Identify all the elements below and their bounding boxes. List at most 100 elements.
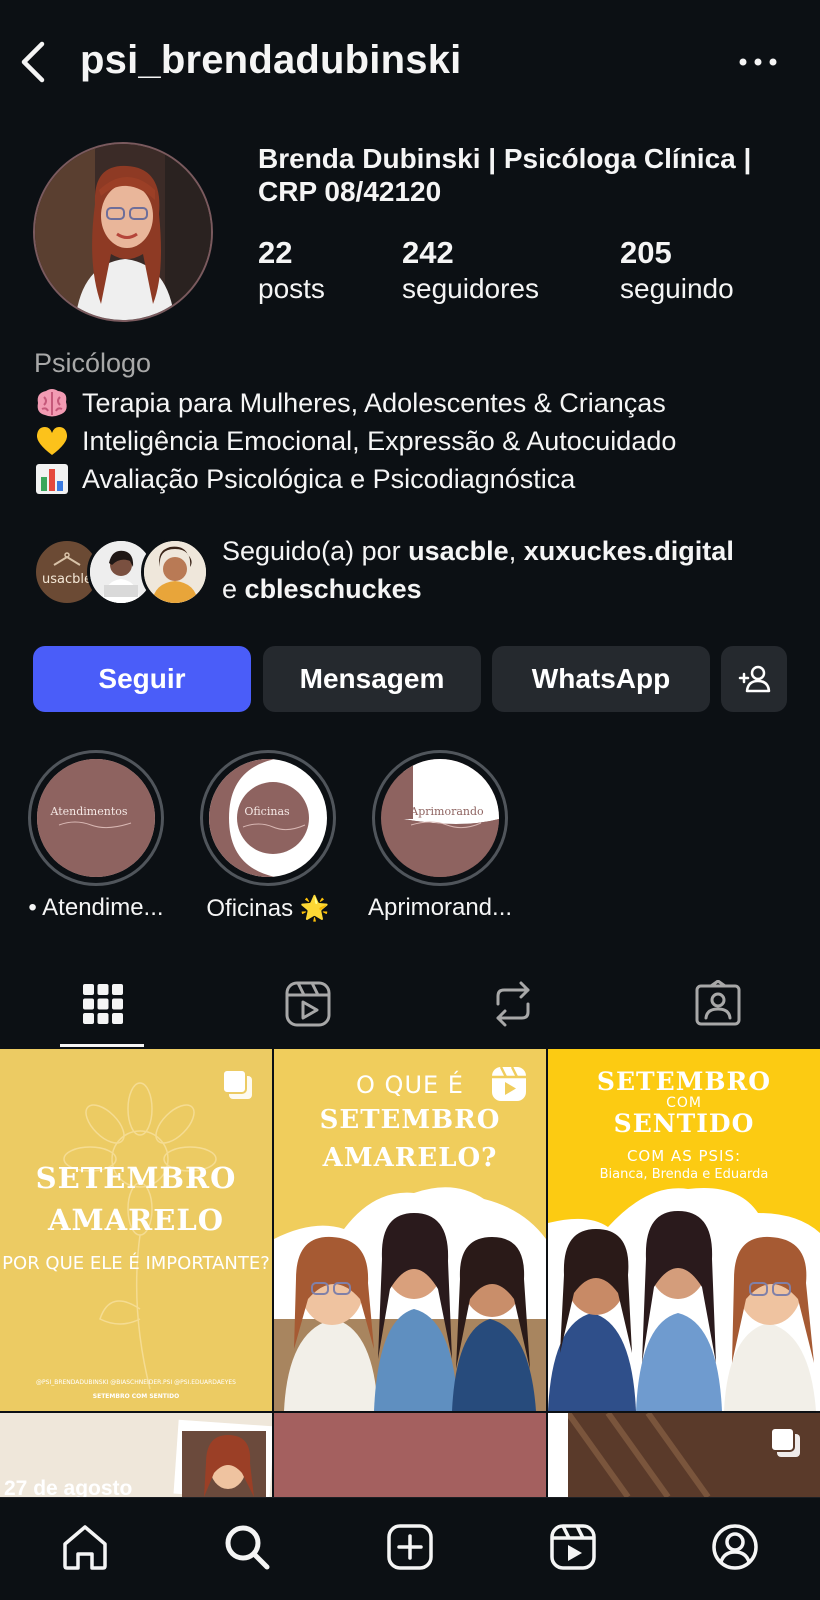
reels-badge-icon <box>492 1066 526 1101</box>
highlight-ring: Atendimentos <box>28 750 164 886</box>
yellow-heart-emoji-icon <box>34 425 82 457</box>
post-thumbnail[interactable] <box>274 1413 546 1497</box>
post-27-de-agosto[interactable]: 27 de agosto <box>0 1413 272 1497</box>
bio-line: Inteligência Emocional, Expressão & Auto… <box>34 422 814 460</box>
followers-stat[interactable]: 242 seguidores <box>402 235 539 307</box>
profile-bio: Terapia para Mulheres, Adolescentes & Cr… <box>34 384 814 498</box>
chevron-left-icon <box>21 41 45 83</box>
repost-icon <box>496 981 529 1027</box>
highlight-cover: Oficinas <box>209 759 327 877</box>
post-subtitle: COM AS PSIS: <box>626 1147 742 1165</box>
back-button[interactable] <box>14 38 54 86</box>
message-button[interactable]: Mensagem <box>263 646 481 712</box>
search-icon <box>225 1525 270 1570</box>
home-icon <box>63 1525 107 1570</box>
posts-stat[interactable]: 22 posts <box>258 235 325 307</box>
highlight-label: Aprimorand... <box>367 894 513 921</box>
bio-line: Avaliação Psicológica e Psicodiagnóstica <box>34 460 814 498</box>
tab-reposts[interactable] <box>410 960 615 1048</box>
post-o-que-e-setembro-amarelo[interactable]: O QUE É SETEMBRO AMARELO? <box>274 1049 546 1411</box>
profile-tabs <box>0 960 820 1048</box>
suggested-users-button[interactable] <box>721 646 787 712</box>
posts-label: posts <box>258 273 325 304</box>
bottom-navigation <box>0 1497 820 1600</box>
mutual-follower-link[interactable]: usacble <box>408 536 509 566</box>
profile-avatar[interactable] <box>33 142 213 322</box>
grid-icon <box>82 984 123 1024</box>
post-setembro-com-sentido[interactable]: SETEMBRO COM SENTIDO COM AS PSIS: Bianca… <box>548 1049 820 1411</box>
whatsapp-button[interactable]: WhatsApp <box>492 646 710 712</box>
followers-label: seguidores <box>402 273 539 304</box>
highlight-atendimentos[interactable]: Atendimentos • Atendime... <box>28 750 164 921</box>
bio-text: Inteligência Emocional, Expressão & Auto… <box>82 425 677 456</box>
tab-reels[interactable] <box>205 960 410 1048</box>
bio-text: Terapia para Mulheres, Adolescentes & Cr… <box>82 387 666 418</box>
posts-grid: SETEMBRO AMARELO POR QUE ELE É IMPORTANT… <box>0 1049 820 1497</box>
followers-count: 242 <box>402 235 454 270</box>
post-title: SETEMBRO <box>319 1105 501 1135</box>
avatar <box>141 538 209 606</box>
nav-reels[interactable] <box>538 1512 608 1582</box>
mutual-follower-link[interactable]: cbleschuckes <box>245 574 422 604</box>
highlight-cover: Aprimorando <box>381 759 499 877</box>
highlight-oficinas[interactable]: Oficinas Oficinas 🌟 <box>200 750 336 922</box>
post-subtitle: POR QUE ELE É IMPORTANTE? <box>2 1253 270 1274</box>
active-tab-indicator <box>60 1044 144 1047</box>
post-footer: @PSI_BRENDADUBINSKI @BIASCHNEIDER.PSI @P… <box>36 1379 236 1386</box>
bar-chart-emoji-icon <box>34 463 82 495</box>
post-setembro-amarelo[interactable]: SETEMBRO AMARELO POR QUE ELE É IMPORTANT… <box>0 1049 272 1411</box>
bio-text: Avaliação Psicológica e Psicodiagnóstica <box>82 463 576 494</box>
nav-search[interactable] <box>212 1512 282 1582</box>
follow-button[interactable]: Seguir <box>33 646 251 712</box>
brain-emoji-icon <box>34 387 82 419</box>
highlight-ring: Aprimorando <box>372 750 508 886</box>
followed-by-text[interactable]: Seguido(a) por usacble, xuxuckes.digital… <box>222 532 812 608</box>
three-women-photo <box>274 1187 546 1411</box>
profile-icon <box>712 1524 758 1570</box>
following-stat[interactable]: 205 seguindo <box>620 235 734 307</box>
tagged-person-icon <box>695 980 740 1026</box>
mutual-followers-avatars[interactable]: usacble <box>33 538 213 606</box>
carousel-icon <box>222 1069 252 1099</box>
post-title: SENTIDO <box>613 1109 755 1138</box>
reels-icon <box>285 981 330 1027</box>
tab-tagged[interactable] <box>615 960 820 1048</box>
bio-line: Terapia para Mulheres, Adolescentes & Cr… <box>34 384 814 422</box>
post-thumbnail[interactable] <box>548 1413 820 1497</box>
highlight-cover-text: Atendimentos <box>49 805 127 818</box>
highlight-cover-text: Aprimorando <box>409 805 484 818</box>
tab-posts-grid[interactable] <box>0 960 205 1048</box>
top-bar: psi_brendadubinski <box>0 0 820 125</box>
add-person-icon <box>738 665 771 693</box>
mutual-follower-link[interactable]: xuxuckes.digital <box>524 536 734 566</box>
posts-count: 22 <box>258 235 293 270</box>
highlight-cover: Atendimentos <box>37 759 155 877</box>
create-post-icon <box>387 1524 433 1570</box>
post-subtitle: Bianca, Brenda e Eduarda <box>599 1167 769 1182</box>
post-title: 27 de agosto <box>4 1477 133 1497</box>
profile-photo <box>35 144 211 320</box>
highlight-ring: Oficinas <box>200 750 336 886</box>
highlight-cover-text: Oficinas <box>244 805 290 818</box>
following-label: seguindo <box>620 273 734 304</box>
followed-by-prefix: Seguido(a) por <box>222 536 401 566</box>
nav-create[interactable] <box>375 1512 445 1582</box>
post-footer: SETEMBRO COM SENTIDO <box>92 1393 180 1400</box>
post-title: AMARELO <box>48 1203 224 1237</box>
conjunction: e <box>222 574 238 604</box>
reels-icon <box>550 1524 596 1570</box>
three-women-photo <box>548 1188 820 1411</box>
profile-username: psi_brendadubinski <box>80 38 462 82</box>
highlight-aprimorando[interactable]: Aprimorando Aprimorand... <box>368 750 512 921</box>
more-horizontal-icon <box>739 58 777 66</box>
profile-category: Psicólogo <box>34 348 152 378</box>
more-options-button[interactable] <box>736 50 780 74</box>
post-title: AMARELO? <box>322 1143 498 1173</box>
nav-home[interactable] <box>50 1512 120 1582</box>
following-count: 205 <box>620 235 672 270</box>
profile-display-name: Brenda Dubinski | Psicóloga Clínica | CR… <box>258 143 752 207</box>
nav-profile[interactable] <box>700 1512 770 1582</box>
carousel-icon <box>770 1427 800 1457</box>
post-title: SETEMBRO <box>596 1067 772 1096</box>
separator: , <box>508 536 517 566</box>
